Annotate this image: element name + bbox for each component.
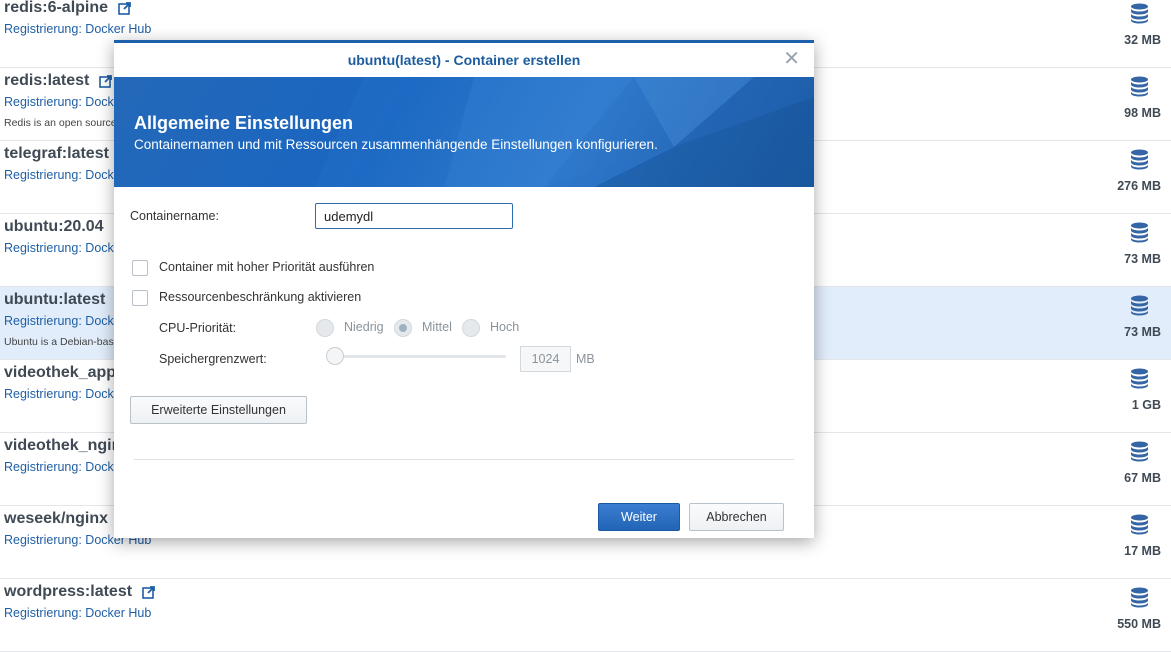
memory-limit-input[interactable]: 1024 — [520, 346, 571, 372]
advanced-settings-button[interactable]: Erweiterte Einstellungen — [130, 396, 307, 424]
dialog-banner: Allgemeine Einstellungen Containernamen … — [114, 77, 814, 187]
image-name: redis:6-alpine — [4, 0, 131, 17]
database-icon — [1130, 514, 1149, 535]
database-icon — [1130, 441, 1149, 462]
image-size: 67 MB — [1124, 471, 1161, 485]
image-size: 276 MB — [1117, 179, 1161, 193]
image-name-text: videothek_app — [4, 364, 117, 381]
image-name: weseek/nginx — [4, 510, 131, 528]
resource-limit-checkbox[interactable] — [132, 290, 148, 306]
image-registry[interactable]: Registrierung: Docker Hub — [4, 22, 151, 36]
image-row[interactable]: wordpress:latest Registrierung: Docker Hu… — [0, 579, 1171, 652]
cpu-priority-medium-radio[interactable] — [394, 319, 412, 337]
image-size: 73 MB — [1124, 325, 1161, 339]
database-icon — [1130, 76, 1149, 97]
image-name: wordpress:latest — [4, 583, 155, 601]
image-size: 17 MB — [1124, 544, 1161, 558]
dialog-title: ubuntu(latest) - Container erstellen — [347, 52, 581, 68]
footer-divider — [134, 459, 794, 460]
external-link-icon[interactable] — [118, 1, 131, 15]
image-name-text: ubuntu:latest — [4, 291, 106, 308]
image-name-text: wordpress:latest — [4, 583, 133, 600]
external-link-icon[interactable] — [142, 585, 155, 599]
image-name: ubuntu:latest — [4, 291, 129, 309]
resource-limit-label: Ressourcenbeschränkung aktivieren — [159, 290, 362, 304]
container-name-input[interactable] — [315, 203, 513, 229]
image-name: ubuntu:20.04 — [4, 218, 127, 236]
cpu-priority-low-radio[interactable] — [316, 319, 334, 337]
database-icon — [1130, 295, 1149, 316]
database-icon — [1130, 368, 1149, 389]
image-size: 73 MB — [1124, 252, 1161, 266]
database-icon — [1130, 149, 1149, 170]
image-name-text: weseek/nginx — [4, 510, 109, 527]
image-registry[interactable]: Registrierung: Docker Hub — [4, 606, 151, 620]
cpu-priority-high-radio[interactable] — [462, 319, 480, 337]
image-size: 32 MB — [1124, 33, 1161, 47]
database-icon — [1130, 587, 1149, 608]
image-name-text: redis:latest — [4, 72, 90, 89]
memory-slider-handle[interactable] — [326, 347, 344, 365]
image-size: 98 MB — [1124, 106, 1161, 120]
general-settings-form: Containername: Container mit hoher Prior… — [114, 187, 814, 538]
database-icon — [1130, 3, 1149, 24]
image-name: telegraf:latest — [4, 145, 132, 163]
image-name: redis:latest — [4, 72, 113, 90]
dialog-titlebar: ubuntu(latest) - Container erstellen ✕ — [114, 43, 814, 77]
cpu-priority-label: CPU-Priorität: — [159, 321, 237, 335]
high-priority-checkbox[interactable] — [132, 260, 148, 276]
create-container-dialog: ubuntu(latest) - Container erstellen ✕ A… — [114, 40, 814, 538]
image-name-text: redis:6-alpine — [4, 0, 109, 16]
next-button[interactable]: Weiter — [598, 503, 680, 531]
banner-title: Allgemeine Einstellungen — [134, 113, 354, 133]
memory-unit: MB — [576, 352, 595, 366]
image-size: 550 MB — [1117, 617, 1161, 631]
cancel-button[interactable]: Abbrechen — [689, 503, 784, 531]
image-name-text: videothek_nginx — [4, 437, 131, 454]
image-size: 1 GB — [1131, 398, 1161, 412]
database-icon — [1130, 222, 1149, 243]
image-name-text: ubuntu:20.04 — [4, 218, 104, 235]
cpu-priority-high-label: Hoch — [490, 320, 520, 334]
high-priority-label: Container mit hoher Priorität ausführen — [159, 260, 375, 274]
container-name-label: Containername: — [130, 209, 219, 223]
image-name-text: telegraf:latest — [4, 145, 109, 162]
cpu-priority-low-label: Niedrig — [344, 320, 384, 334]
close-icon[interactable]: ✕ — [783, 43, 800, 75]
memory-limit-label: Speichergrenzwert: — [159, 352, 267, 366]
cpu-priority-medium-label: Mittel — [422, 320, 452, 334]
external-link-icon[interactable] — [99, 74, 113, 88]
banner-subtitle: Containernamen und mit Ressourcen zusamm… — [134, 137, 658, 152]
memory-slider-track — [326, 355, 506, 358]
